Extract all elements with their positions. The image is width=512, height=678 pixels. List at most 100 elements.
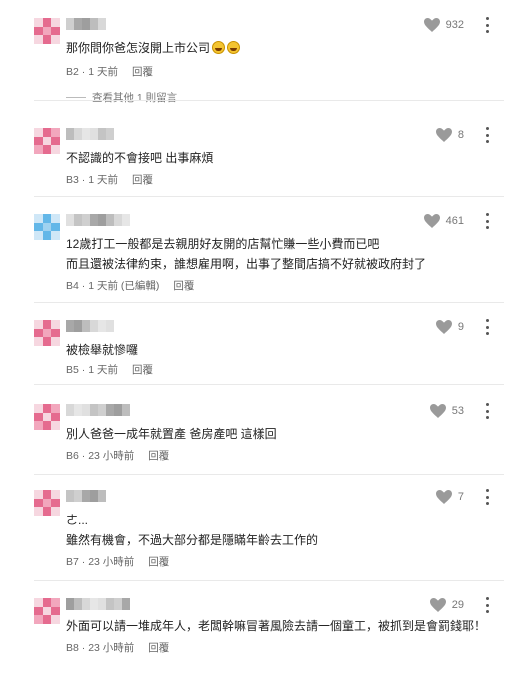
username-blur-pixel xyxy=(98,404,106,416)
username-blur-pixel xyxy=(66,490,74,502)
avatar[interactable] xyxy=(34,128,60,154)
more-options-icon[interactable] xyxy=(484,127,490,143)
username-blur-pixel xyxy=(74,598,82,610)
reply-button[interactable]: 回覆 xyxy=(132,364,153,376)
floor-number: B2 xyxy=(66,66,79,78)
more-options-icon[interactable] xyxy=(484,17,490,33)
like-button[interactable]: 29 xyxy=(429,598,464,612)
avatar-pixel xyxy=(51,404,60,413)
heart-icon xyxy=(423,18,440,32)
username-blurred[interactable] xyxy=(66,320,114,332)
username-blurred[interactable] xyxy=(66,598,130,610)
avatar[interactable] xyxy=(34,320,60,346)
username-blurred[interactable] xyxy=(66,128,114,140)
username-blur-pixel xyxy=(66,128,74,140)
reply-button[interactable]: 回覆 xyxy=(132,66,153,78)
reply-button[interactable]: 回覆 xyxy=(148,556,169,568)
comment-text: 不認識的不會接吧 出事麻煩 xyxy=(66,150,213,166)
reply-button[interactable]: 回覆 xyxy=(148,642,169,654)
username-blur-pixel xyxy=(106,598,114,610)
more-options-dot xyxy=(485,319,489,322)
like-button[interactable]: 9 xyxy=(435,320,464,334)
comment-text: 被檢舉就慘囉 xyxy=(66,342,138,358)
avatar-pixel xyxy=(34,35,43,44)
avatar-pixel xyxy=(42,35,52,44)
avatar[interactable] xyxy=(34,404,60,430)
avatar-pixel xyxy=(42,421,52,430)
username-blur-pixel xyxy=(66,598,74,610)
avatar-pixel xyxy=(51,136,60,146)
comment-time: 1 天前 xyxy=(88,66,118,78)
avatar-pixel xyxy=(42,26,52,36)
reply-button[interactable]: 回覆 xyxy=(173,280,194,292)
avatar[interactable] xyxy=(34,598,60,624)
comment-item: 7 ㄜ... 雖然有機會，不過大部分都是隱瞞年齡去工作的 B7 · 23 小時前 回覆 xyxy=(0,489,512,570)
reply-button[interactable]: 回覆 xyxy=(132,174,153,186)
avatar-pixel xyxy=(51,26,60,36)
avatar[interactable] xyxy=(34,490,60,516)
more-options-dot xyxy=(485,495,489,499)
comment-text: ㄜ... xyxy=(66,512,88,528)
avatar-pixel xyxy=(51,18,60,27)
comment-text: 而且還被法律約束，誰想雇用啊，出事了整間店搞不好就被政府封了 xyxy=(66,256,426,272)
like-button[interactable]: 461 xyxy=(423,214,464,228)
more-options-icon[interactable] xyxy=(484,213,490,229)
comment-text-line: 被檢舉就慘囉 xyxy=(66,343,139,357)
more-options-icon[interactable] xyxy=(484,489,490,505)
comment-item: 461 12歲打工一般都是去親朋好友開的店幫忙賺一些小費而已吧而且還被法律約束，誰… xyxy=(0,213,512,294)
username-blurred[interactable] xyxy=(66,18,106,30)
avatar-pixel xyxy=(34,507,43,516)
comment-time: 1 天前 (已編輯) xyxy=(88,280,160,292)
comment-text-line: ㄜ... xyxy=(66,513,89,527)
avatar-pixel xyxy=(34,337,43,346)
more-options-icon[interactable] xyxy=(484,403,490,419)
username-blur-pixel xyxy=(114,598,122,610)
comment-text-line: 12歲打工一般都是去親朋好友開的店幫忙賺一些小費而已吧 xyxy=(66,237,380,251)
more-options-dot xyxy=(485,416,489,419)
more-options-dot xyxy=(485,325,489,329)
username-blur-pixel xyxy=(82,490,90,502)
floor-number: B7 xyxy=(66,556,79,568)
avatar-pixel xyxy=(51,490,60,499)
more-options-dot xyxy=(485,127,489,130)
avatar-pixel xyxy=(51,35,60,44)
like-button[interactable]: 932 xyxy=(423,18,464,32)
avatar-pixel xyxy=(51,214,60,223)
username-blurred[interactable] xyxy=(66,404,130,416)
username-blur-pixel xyxy=(98,490,106,502)
username-blurred[interactable] xyxy=(66,214,130,226)
more-options-icon[interactable] xyxy=(484,319,490,335)
comment-meta: B3 · 1 天前 回覆 xyxy=(66,172,159,187)
like-button[interactable]: 8 xyxy=(435,128,464,142)
like-count: 7 xyxy=(457,491,464,503)
avatar-pixel xyxy=(34,498,43,508)
more-options-dot xyxy=(485,597,489,600)
like-button[interactable]: 53 xyxy=(429,404,464,418)
like-button[interactable]: 7 xyxy=(435,490,464,504)
more-options-dot xyxy=(485,17,489,20)
comment-meta: B5 · 1 天前 回覆 xyxy=(66,362,159,377)
heart-icon xyxy=(429,598,446,612)
username-blur-pixel xyxy=(74,214,82,226)
more-options-icon[interactable] xyxy=(484,597,490,613)
avatar-pixel xyxy=(34,222,43,232)
avatar-pixel xyxy=(42,507,52,516)
avatar-pixel xyxy=(42,128,52,137)
comment-divider xyxy=(34,100,504,101)
username-blur-pixel xyxy=(74,18,82,30)
comment-text: 12歲打工一般都是去親朋好友開的店幫忙賺一些小費而已吧 xyxy=(66,236,379,252)
view-more-label: 查看其他 1 則留言 xyxy=(92,92,178,104)
username-blur-pixel xyxy=(82,18,90,30)
username-blur-pixel xyxy=(90,598,98,610)
avatar[interactable] xyxy=(34,214,60,240)
username-blurred[interactable] xyxy=(66,490,106,502)
avatar-pixel xyxy=(34,404,43,413)
like-count: 9 xyxy=(457,321,464,333)
username-blur-pixel xyxy=(114,214,122,226)
reply-button[interactable]: 回覆 xyxy=(148,450,169,462)
comment-text-line: 雖然有機會，不過大部分都是隱瞞年齡去工作的 xyxy=(66,533,319,547)
more-options-dot xyxy=(485,502,489,505)
view-more-replies-link[interactable]: 查看其他 1 則留言 xyxy=(66,90,177,105)
avatar-pixel xyxy=(34,18,43,27)
avatar[interactable] xyxy=(34,18,60,44)
